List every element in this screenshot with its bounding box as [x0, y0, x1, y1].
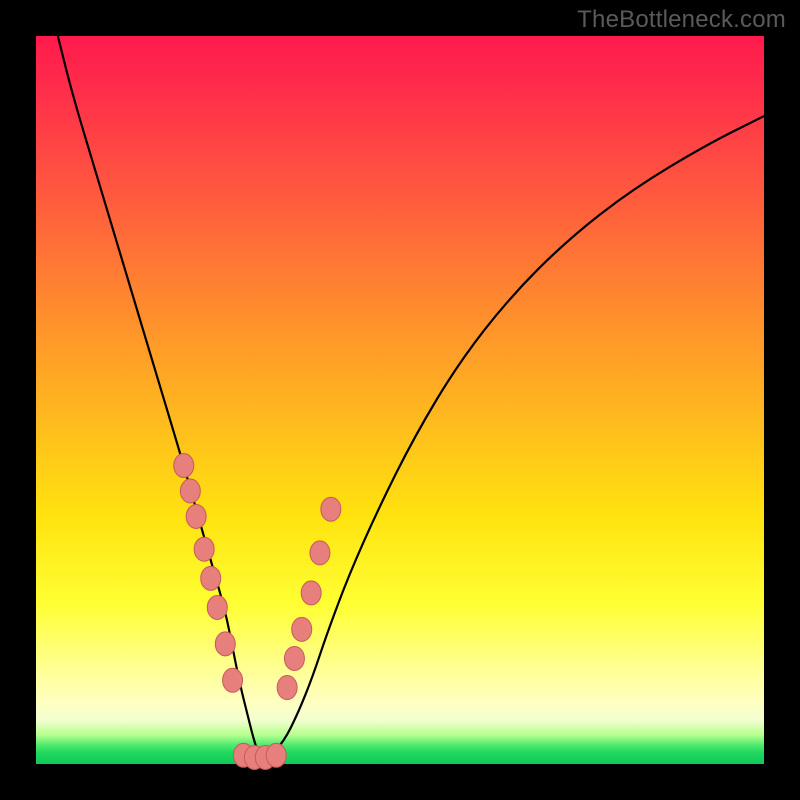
data-marker — [207, 595, 227, 619]
watermark-text: TheBottleneck.com — [577, 6, 786, 34]
data-marker — [215, 632, 235, 656]
data-marker — [180, 479, 200, 503]
data-marker — [174, 454, 194, 478]
data-marker — [194, 537, 214, 561]
data-marker — [284, 646, 304, 670]
bottleneck-curve — [58, 36, 764, 758]
data-marker — [321, 497, 341, 521]
data-marker — [310, 541, 330, 565]
chart-frame: TheBottleneck.com — [0, 0, 800, 800]
data-marker — [277, 676, 297, 700]
curve-path — [58, 36, 764, 758]
data-marker — [266, 743, 286, 767]
data-marker — [223, 668, 243, 692]
data-markers — [174, 454, 341, 770]
data-marker — [292, 617, 312, 641]
chart-overlay — [36, 36, 764, 764]
data-marker — [186, 504, 206, 528]
data-marker — [201, 566, 221, 590]
data-marker — [301, 581, 321, 605]
